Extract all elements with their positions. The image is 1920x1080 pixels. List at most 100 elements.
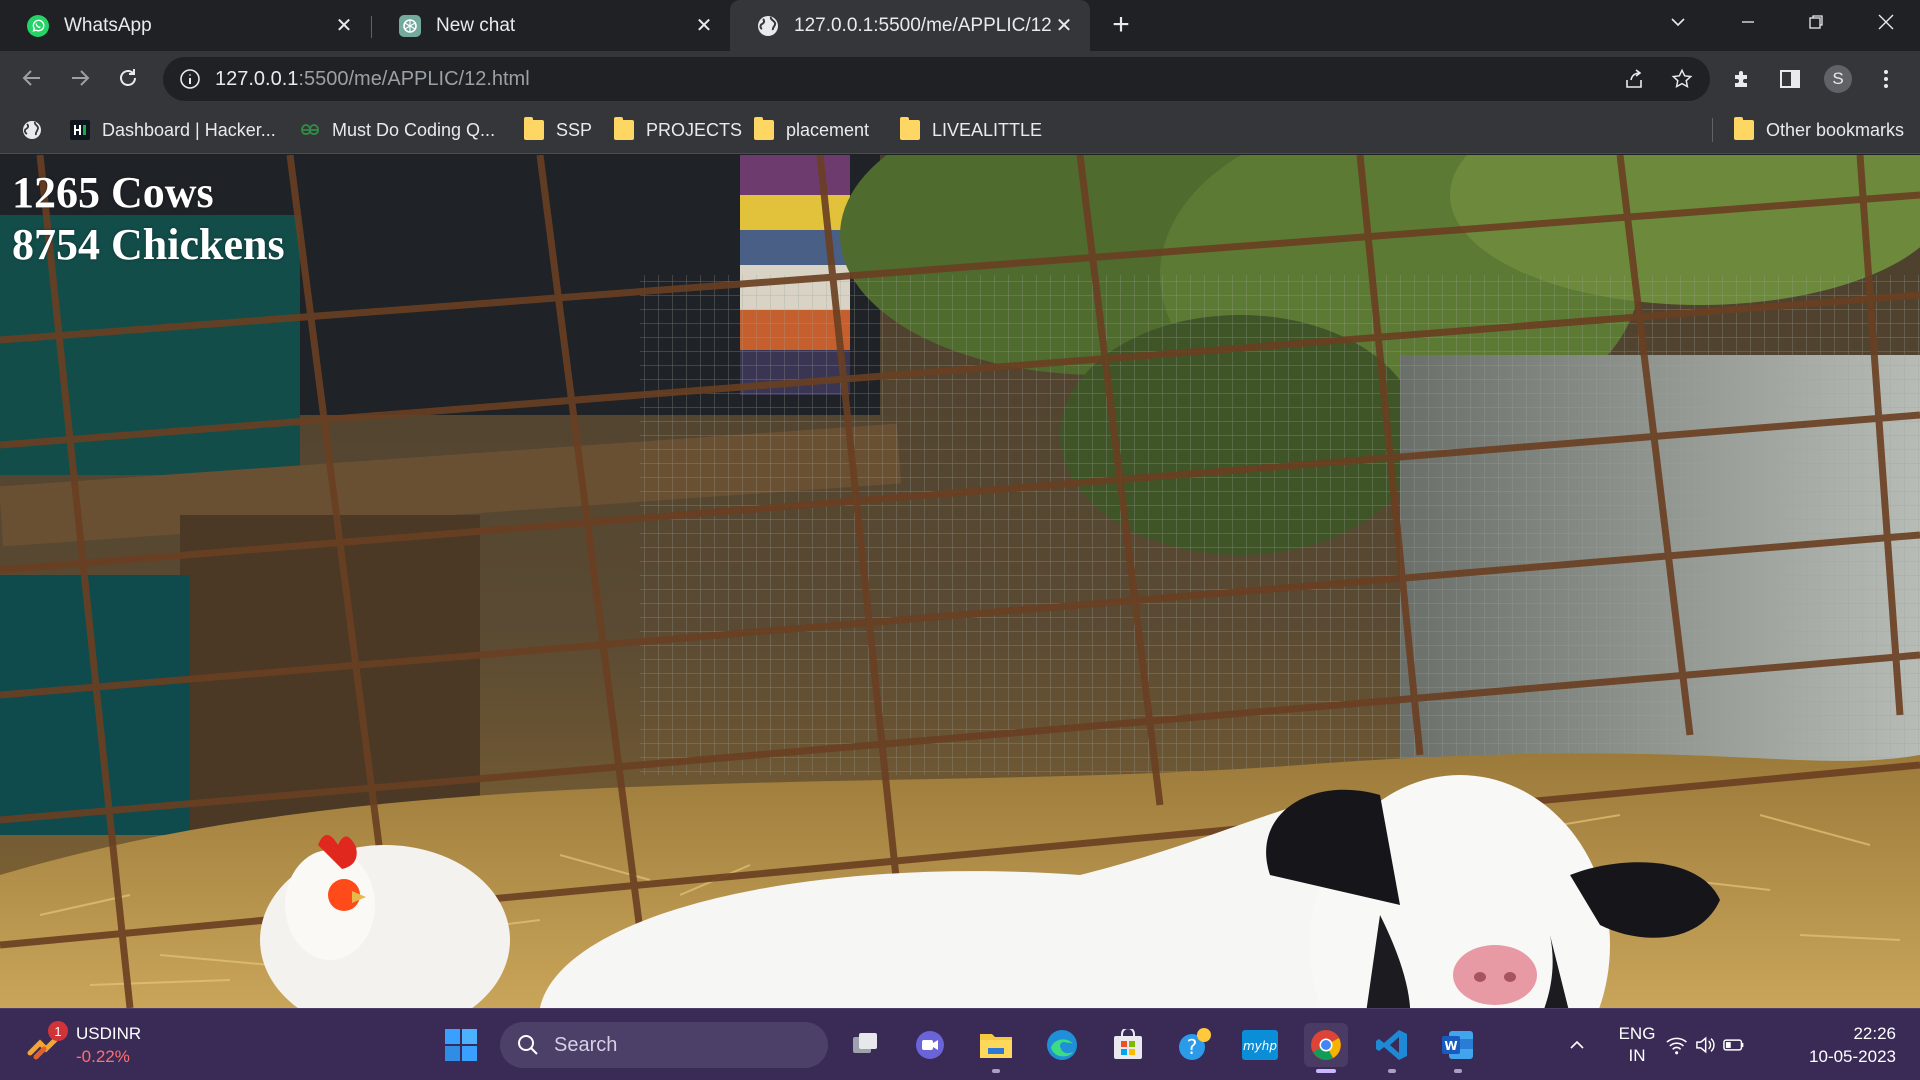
region-code: IN	[1628, 1046, 1646, 1065]
windows-logo-icon	[445, 1029, 477, 1061]
edge-button[interactable]	[1040, 1023, 1084, 1067]
clock-date: 10-05-2023	[1809, 1047, 1896, 1066]
get-help-icon: ?	[1179, 1028, 1211, 1060]
file-explorer-button[interactable]	[974, 1023, 1018, 1073]
close-tab-icon[interactable]: ✕	[692, 14, 716, 38]
back-button[interactable]	[14, 60, 50, 96]
background-photo	[0, 155, 1920, 1008]
extensions-button[interactable]	[1727, 63, 1759, 95]
bookmark-folder-placement[interactable]: placement	[754, 106, 869, 154]
url-host: 127.0.0.1	[215, 67, 299, 90]
bookmark-geeksforgeeks[interactable]: Must Do Coding Q...	[300, 106, 495, 154]
chrome-button[interactable]	[1304, 1023, 1348, 1073]
language-indicator[interactable]: ENG IN	[1609, 1009, 1665, 1080]
close-tab-icon[interactable]: ✕	[332, 14, 356, 38]
word-icon: W	[1442, 1031, 1473, 1059]
folder-icon	[754, 117, 774, 140]
share-icon	[1626, 69, 1642, 88]
globe-icon	[758, 15, 778, 36]
vscode-button[interactable]	[1370, 1023, 1414, 1073]
clock[interactable]: 22:26 10-05-2023	[1776, 1009, 1896, 1080]
close-tab-icon[interactable]: ✕	[1052, 14, 1076, 38]
side-panel-icon	[1780, 70, 1800, 88]
puzzle-icon	[1735, 71, 1747, 87]
folder-icon	[524, 117, 544, 140]
myhp-icon: myhp	[1242, 1030, 1278, 1060]
other-bookmarks-folder[interactable]: Other bookmarks	[1734, 106, 1904, 154]
quick-settings-button[interactable]	[1665, 1009, 1745, 1080]
microsoft-store-button[interactable]	[1106, 1023, 1150, 1067]
forward-button[interactable]	[62, 60, 98, 96]
tab-whatsapp[interactable]: WhatsApp ✕	[0, 0, 370, 51]
whatsapp-icon	[27, 14, 49, 37]
bookmark-folder-livealittle[interactable]: LIVEALITTLE	[900, 106, 1042, 154]
bookmark-label: PROJECTS	[646, 119, 743, 140]
arrow-left-icon	[22, 70, 40, 86]
bookmark-folder-ssp[interactable]: SSP	[524, 106, 592, 154]
language-code: ENG	[1618, 1024, 1656, 1043]
teams-chat-icon	[916, 1031, 944, 1059]
url-text[interactable]: 127.0.0.1:5500/me/APPLIC/12.html	[215, 68, 530, 91]
minimize-button[interactable]	[1718, 0, 1778, 44]
running-indicator	[1454, 1069, 1462, 1073]
folder-icon	[614, 117, 634, 140]
vscode-icon	[1376, 1030, 1407, 1060]
close-window-button[interactable]	[1856, 0, 1916, 44]
chrome-menu-button[interactable]	[1870, 63, 1902, 95]
hackerrank-icon	[70, 120, 90, 140]
post-band-2	[740, 195, 850, 230]
info-icon[interactable]	[179, 68, 201, 90]
currency-pair: USDINR	[76, 1024, 142, 1043]
bookmarks-divider	[1712, 118, 1713, 142]
word-button[interactable]: W	[1436, 1023, 1480, 1073]
tab-localhost[interactable]: 127.0.0.1:5500/me/APPLIC/12.html ✕	[730, 0, 1090, 51]
bookmark-label: Must Do Coding Q...	[332, 119, 496, 140]
share-button[interactable]	[1619, 64, 1649, 94]
tab-new-chat[interactable]: New chat ✕	[372, 0, 730, 51]
geeksforgeeks-icon	[301, 124, 319, 135]
bookmark-hackerrank[interactable]: Dashboard | Hacker...	[70, 106, 276, 154]
restore-icon	[1809, 15, 1823, 29]
address-bar[interactable]: 127.0.0.1:5500/me/APPLIC/12.html	[163, 57, 1710, 101]
running-indicator	[1388, 1069, 1396, 1073]
tab-title: WhatsApp	[64, 14, 152, 36]
bookmark-label: placement	[786, 119, 870, 140]
new-tab-button[interactable]: +	[1106, 8, 1136, 41]
notification-badge: 1	[48, 1021, 68, 1041]
get-help-button[interactable]: ?	[1172, 1023, 1216, 1067]
market-widget[interactable]: 1 USDINR -0.22%	[26, 1019, 141, 1071]
browser-toolbar: 127.0.0.1:5500/me/APPLIC/12.html S	[0, 51, 1920, 106]
star-icon	[1671, 68, 1693, 89]
teams-chat-button[interactable]	[908, 1023, 952, 1067]
taskbar-search[interactable]: Search	[500, 1022, 828, 1068]
tab-strip: WhatsApp ✕ New chat ✕ 127.0.0.1:5500/me/…	[0, 0, 1920, 51]
bookmark-label: SSP	[556, 119, 593, 140]
start-button[interactable]	[439, 1023, 483, 1067]
bookmark-star-button[interactable]	[1667, 64, 1697, 94]
folder-icon	[1734, 117, 1754, 140]
wifi-icon	[1666, 1037, 1687, 1055]
reload-icon	[120, 69, 136, 86]
tab-search-button[interactable]	[1648, 0, 1708, 44]
reload-button[interactable]	[110, 60, 146, 96]
task-view-button[interactable]	[843, 1023, 887, 1067]
url-path: :5500/me/APPLIC/12.html	[298, 67, 530, 90]
svg-text:myhp: myhp	[1243, 1039, 1277, 1053]
profile-button[interactable]: S	[1822, 63, 1854, 95]
bookmark-label: Other bookmarks	[1766, 119, 1905, 140]
close-icon	[1878, 14, 1894, 30]
myhp-button[interactable]: myhp	[1238, 1023, 1282, 1067]
bookmark-label: LIVEALITTLE	[932, 119, 1043, 140]
tab-title: New chat	[436, 14, 516, 36]
show-hidden-icons-button[interactable]	[1559, 1009, 1595, 1080]
file-explorer-icon	[980, 1034, 1012, 1058]
restore-button[interactable]	[1786, 0, 1846, 44]
bookmark-apps[interactable]	[22, 106, 54, 154]
active-indicator	[1316, 1069, 1336, 1073]
arrow-right-icon	[72, 70, 90, 86]
running-indicator	[992, 1069, 1000, 1073]
bookmark-folder-projects[interactable]: PROJECTS	[614, 106, 742, 154]
chicken-count: 8754 Chickens	[12, 220, 285, 269]
side-panel-button[interactable]	[1774, 63, 1806, 95]
folder-icon	[900, 117, 920, 140]
